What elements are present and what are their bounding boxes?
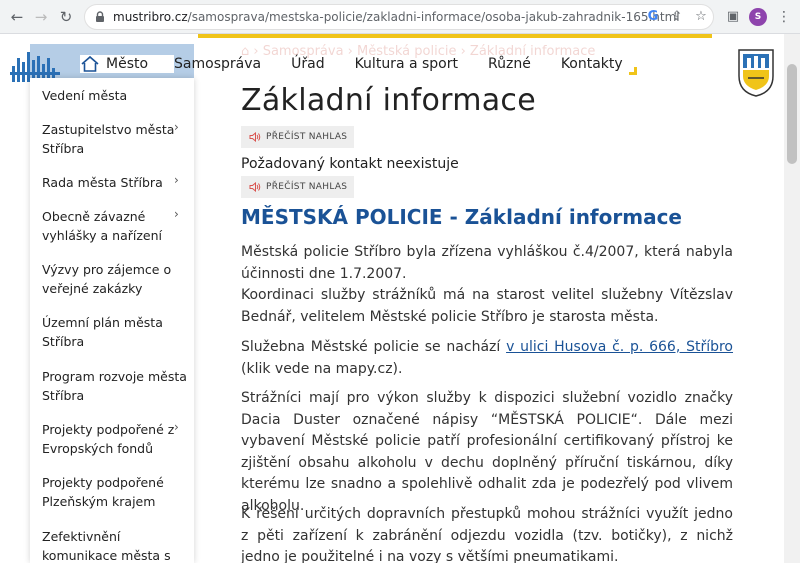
sidebar-item-vedeni-mesta[interactable]: Vedení města <box>42 86 192 105</box>
sidebar-item-rada-mesta[interactable]: Rada města Stříbra <box>42 173 192 192</box>
nav-kontakty-label: Kontakty <box>560 56 623 72</box>
read-aloud-label: PŘEČÍST NAHLAS <box>266 132 348 142</box>
reload-icon[interactable]: ↻ <box>55 6 77 28</box>
section-title: MĚSTSKÁ POLICIE - Základní informace <box>241 205 682 229</box>
read-aloud-label: PŘEČÍST NAHLAS <box>266 182 348 192</box>
sidebar-item-zefektivneni[interactable]: Zefektivnění komunikace města s <box>42 527 192 563</box>
back-icon[interactable]: ← <box>6 6 28 28</box>
paragraph-location-tail: (klik vede na mapy.cz). <box>241 360 403 377</box>
speaker-icon <box>249 182 261 192</box>
chevron-right-icon: › <box>174 120 179 134</box>
profile-avatar[interactable]: S <box>749 8 767 26</box>
sidebar-item-projekty-eu[interactable]: Projekty podpořené z Evropských fondů <box>42 420 192 458</box>
map-link[interactable]: v ulici Husova č. p. 666, Stříbro <box>506 339 733 355</box>
paragraph-intro-text: Městská policie Stříbro byla zřízena vyh… <box>241 244 733 282</box>
missing-contact-notice: Požadovaný kontakt neexistuje <box>241 156 459 172</box>
read-aloud-button[interactable]: PŘEČÍST NAHLAS <box>241 126 354 148</box>
read-aloud-button[interactable]: PŘEČÍST NAHLAS <box>241 176 354 198</box>
nav-kontakty[interactable]: Kontakty <box>560 56 637 75</box>
url-path: /samosprava/mestska-policie/zakladni-inf… <box>187 10 680 24</box>
nav-corner-decoration <box>628 67 637 75</box>
sidepanel-icon[interactable]: ▣ <box>724 8 742 26</box>
paragraph-location-text: Služebna Městské policie se nachází <box>241 339 507 355</box>
chevron-right-icon: › <box>174 420 179 434</box>
url-text: mustribro.cz/samosprava/mestska-policie/… <box>113 10 680 24</box>
page-scrollbar[interactable] <box>784 34 800 563</box>
paragraph-location: Služebna Městské policie se nachází v ul… <box>241 337 733 380</box>
sidebar-item-projekty-kraj[interactable]: Projekty podpořené Plzeňským krajem <box>42 473 192 511</box>
paragraph-intro: Městská policie Stříbro byla zřízena vyh… <box>241 242 733 328</box>
top-accent-bar <box>198 34 712 38</box>
nav-home-label: Město <box>106 56 149 72</box>
paragraph-equipment: Strážníci mají pro výkon služby k dispoz… <box>241 390 733 514</box>
home-icon <box>81 55 99 72</box>
nav-kultura-a-sport[interactable]: Kultura a sport <box>355 56 458 72</box>
address-bar[interactable]: mustribro.cz/samosprava/mestska-policie/… <box>84 4 714 30</box>
google-icon[interactable]: G <box>644 8 662 26</box>
city-crest[interactable] <box>736 46 776 98</box>
nav-urad[interactable]: Úřad <box>291 56 324 72</box>
sidebar-item-program-rozvoje[interactable]: Program rozvoje města Stříbra <box>42 367 192 405</box>
speaker-icon <box>249 132 261 142</box>
nav-home[interactable]: Město <box>80 55 175 73</box>
website: ⌂ › Samospráva › Městská policie › Zákla… <box>0 34 784 563</box>
sidebar-item-vyhlasky[interactable]: Obecně závazné vyhlášky a nařízení <box>42 207 192 245</box>
chevron-right-icon: › <box>174 207 179 221</box>
chevron-right-icon: › <box>174 173 179 187</box>
main-navigation: Město Samospráva Úřad Kultura a sport Rů… <box>80 48 637 80</box>
forward-icon[interactable]: → <box>30 6 52 28</box>
paragraph-intro-text-2: Koordinaci služby strážníků má na staros… <box>241 287 733 325</box>
url-host: mustribro.cz <box>113 10 188 24</box>
share-icon[interactable]: ⇪ <box>668 8 686 26</box>
scrollbar-thumb[interactable] <box>787 64 797 164</box>
paragraph-wheel-clamps: K řešení určitých dopravních přestupků m… <box>241 506 733 563</box>
sidebar-item-verejne-zakazky[interactable]: Výzvy pro zájemce o veřejné zakázky <box>42 260 192 298</box>
sidebar-item-zastupitelstvo[interactable]: Zastupitelstvo města Stříbra <box>42 120 192 158</box>
page-title: Základní informace <box>241 83 536 118</box>
sidebar-menu: Vedení města Zastupitelstvo města Stříbr… <box>30 78 194 563</box>
sidebar-item-uzemni-plan[interactable]: Územní plán města Stříbra <box>42 313 192 351</box>
browser-toolbar: ← → ↻ mustribro.cz/samosprava/mestska-po… <box>0 0 800 34</box>
lock-icon <box>96 11 104 22</box>
nav-samosprava[interactable]: Samospráva <box>174 56 261 72</box>
nav-ruzne[interactable]: Různé <box>488 56 531 72</box>
bookmark-star-icon[interactable]: ☆ <box>692 8 710 26</box>
browser-menu-icon[interactable]: ⋮ <box>776 7 792 27</box>
